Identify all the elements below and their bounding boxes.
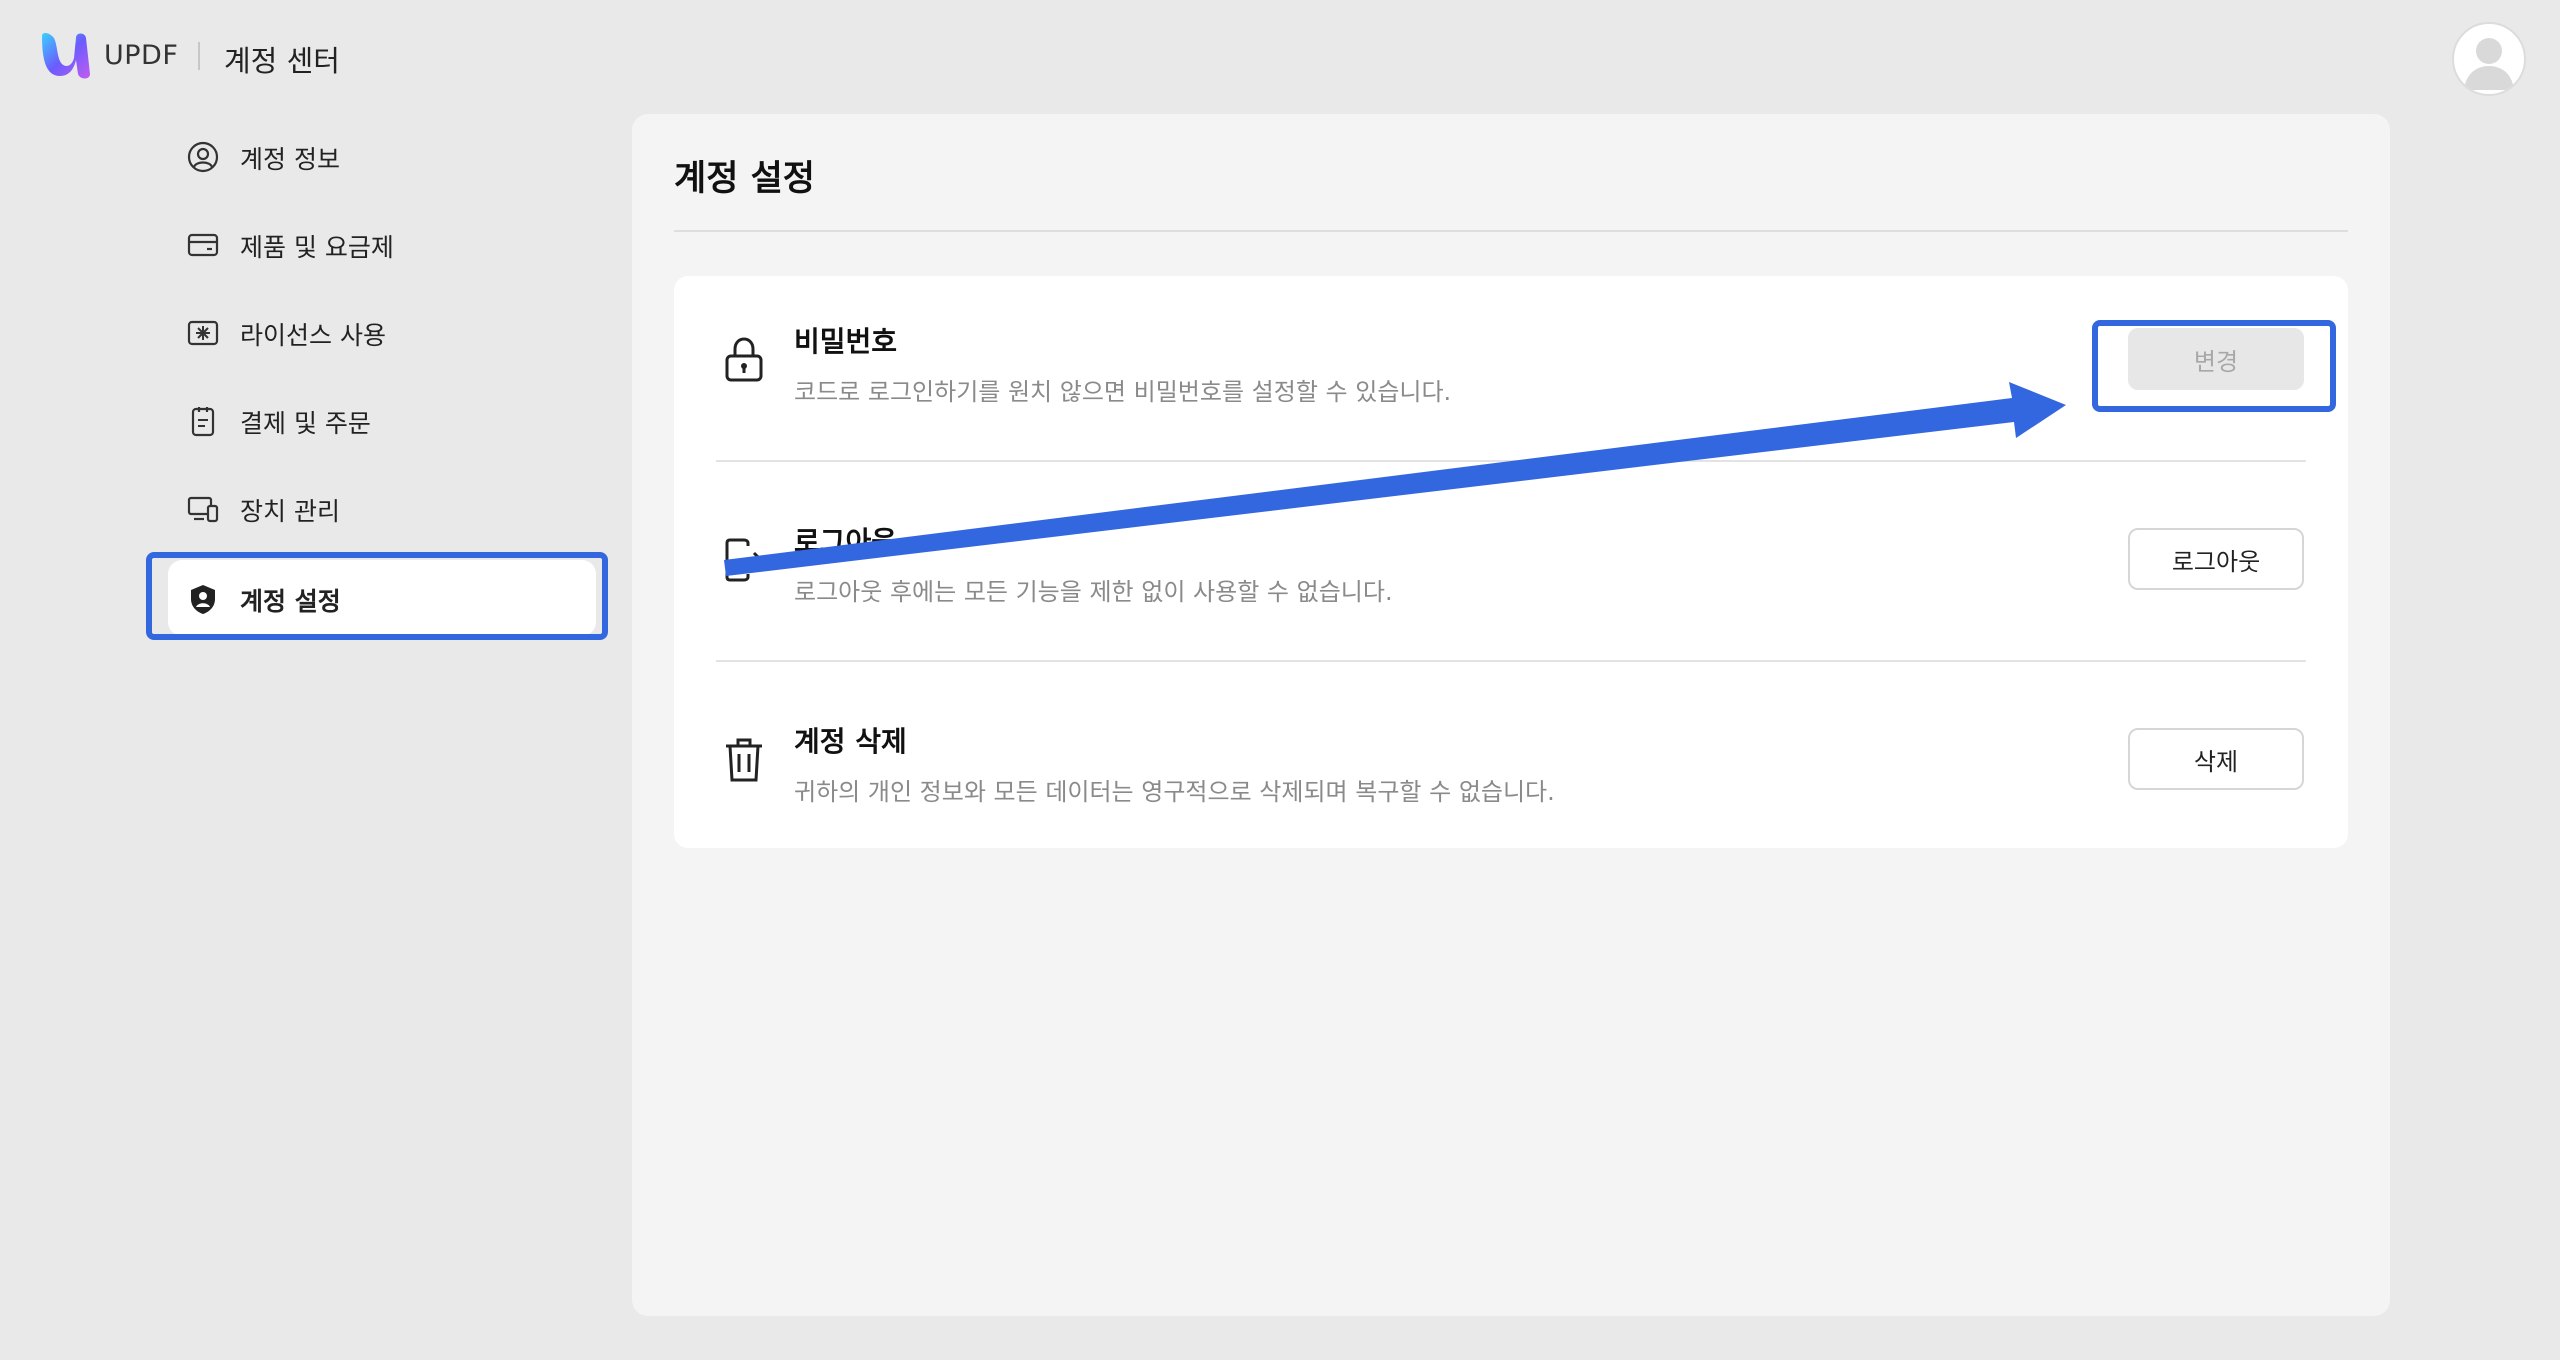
logout-button[interactable]: 로그아웃 (2128, 528, 2304, 590)
row-description: 코드로 로그인하기를 원치 않으면 비밀번호를 설정할 수 있습니다. (794, 378, 1452, 406)
settings-row-logout: 로그아웃 로그아웃 후에는 모든 기능을 제한 없이 사용할 수 없습니다. 로… (674, 476, 2348, 676)
user-avatar-icon[interactable] (2452, 22, 2526, 96)
highlight-box-sidebar (146, 552, 608, 640)
row-title: 로그아웃 (794, 525, 898, 558)
sidebar-item-label: 장치 관리 (240, 497, 340, 526)
brand-divider (198, 42, 200, 70)
sidebar-item-label: 계정 정보 (240, 145, 340, 174)
row-divider (716, 460, 2306, 462)
row-title: 계정 삭제 (794, 725, 907, 758)
sidebar-item-label: 라이선스 사용 (240, 321, 386, 350)
sidebar-item-account-info[interactable]: 계정 정보 (150, 120, 600, 192)
sidebar-item-label: 결제 및 주문 (240, 409, 371, 438)
row-description: 귀하의 개인 정보와 모든 데이터는 영구적으로 삭제되며 복구할 수 없습니다… (794, 778, 1555, 806)
row-title: 비밀번호 (794, 325, 898, 358)
row-divider (716, 660, 2306, 662)
sidebar-item-label: 제품 및 요금제 (240, 233, 394, 262)
sidebar-item-products-plans[interactable]: 제품 및 요금제 (150, 208, 600, 280)
updf-logo-icon[interactable] (36, 30, 92, 82)
page-title: 계정 설정 (674, 159, 815, 199)
sidebar-item-license-usage[interactable]: 라이선스 사용 (150, 296, 600, 368)
clipboard-icon (191, 407, 215, 437)
delete-account-button[interactable]: 삭제 (2128, 728, 2304, 790)
highlight-box-change-button (2092, 320, 2336, 412)
row-description: 로그아웃 후에는 모든 기능을 제한 없이 사용할 수 없습니다. (794, 578, 1393, 606)
user-circle-icon (187, 141, 219, 173)
page-section-title: 계정 센터 (224, 44, 340, 78)
sidebar-item-billing-orders[interactable]: 결제 및 주문 (150, 384, 600, 456)
main-panel: 계정 설정 비밀번호 코드로 로그인하기를 원치 않으면 비밀번호를 설정할 수… (632, 114, 2390, 1316)
logout-icon (725, 538, 764, 582)
settings-row-delete-account: 계정 삭제 귀하의 개인 정보와 모든 데이터는 영구적으로 삭제되며 복구할 … (674, 676, 2348, 876)
trash-icon (726, 738, 762, 782)
devices-icon (187, 496, 219, 523)
top-header: UPDF 계정 센터 (0, 0, 2560, 112)
lock-icon (725, 337, 763, 382)
license-icon (187, 320, 219, 346)
brand-name: UPDF (104, 40, 179, 71)
sidebar-item-device-management[interactable]: 장치 관리 (150, 472, 600, 544)
card-icon (187, 233, 219, 257)
title-divider (674, 230, 2348, 232)
